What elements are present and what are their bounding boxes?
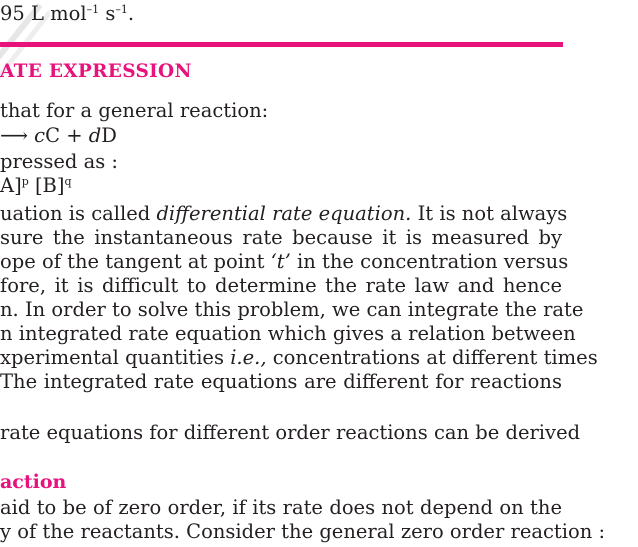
- paragraph-line-11: xperimental quantities i.e., concentrati…: [0, 346, 598, 369]
- rate-law-expression: A]p [B]q: [0, 174, 72, 197]
- paragraph-line-1: that for a general reaction:: [0, 99, 269, 122]
- section-heading: ATE EXPRESSION: [0, 61, 192, 82]
- paragraph-line-15: aid to be of zero order, if its rate doe…: [0, 496, 562, 519]
- paragraph-line-5: uation is called differential rate equat…: [0, 202, 568, 225]
- paragraph-line-12: The integrated rate equations are differ…: [0, 370, 562, 393]
- paragraph-line-10: n integrated rate equation which gives a…: [0, 322, 576, 345]
- rate-constant-value: 95 L mol–1 s–1.: [0, 2, 135, 25]
- subsection-heading: action: [0, 471, 67, 493]
- paragraph-line-6: sure the instantaneous rate because it i…: [0, 226, 562, 249]
- paragraph-line-8: fore, it is difficult to determine the r…: [0, 274, 562, 297]
- paragraph-line-7: ope of the tangent at point ‘t’ in the c…: [0, 250, 569, 273]
- section-divider: [0, 42, 563, 47]
- paragraph-line-13: rate equations for different order react…: [0, 421, 581, 444]
- paragraph-line-16: y of the reactants. Consider the general…: [0, 520, 606, 543]
- paragraph-line-3: pressed as :: [0, 150, 118, 173]
- paragraph-line-9: n. In order to solve this problem, we ca…: [0, 298, 584, 321]
- reaction-equation: ⟶ cC + dD: [0, 124, 117, 147]
